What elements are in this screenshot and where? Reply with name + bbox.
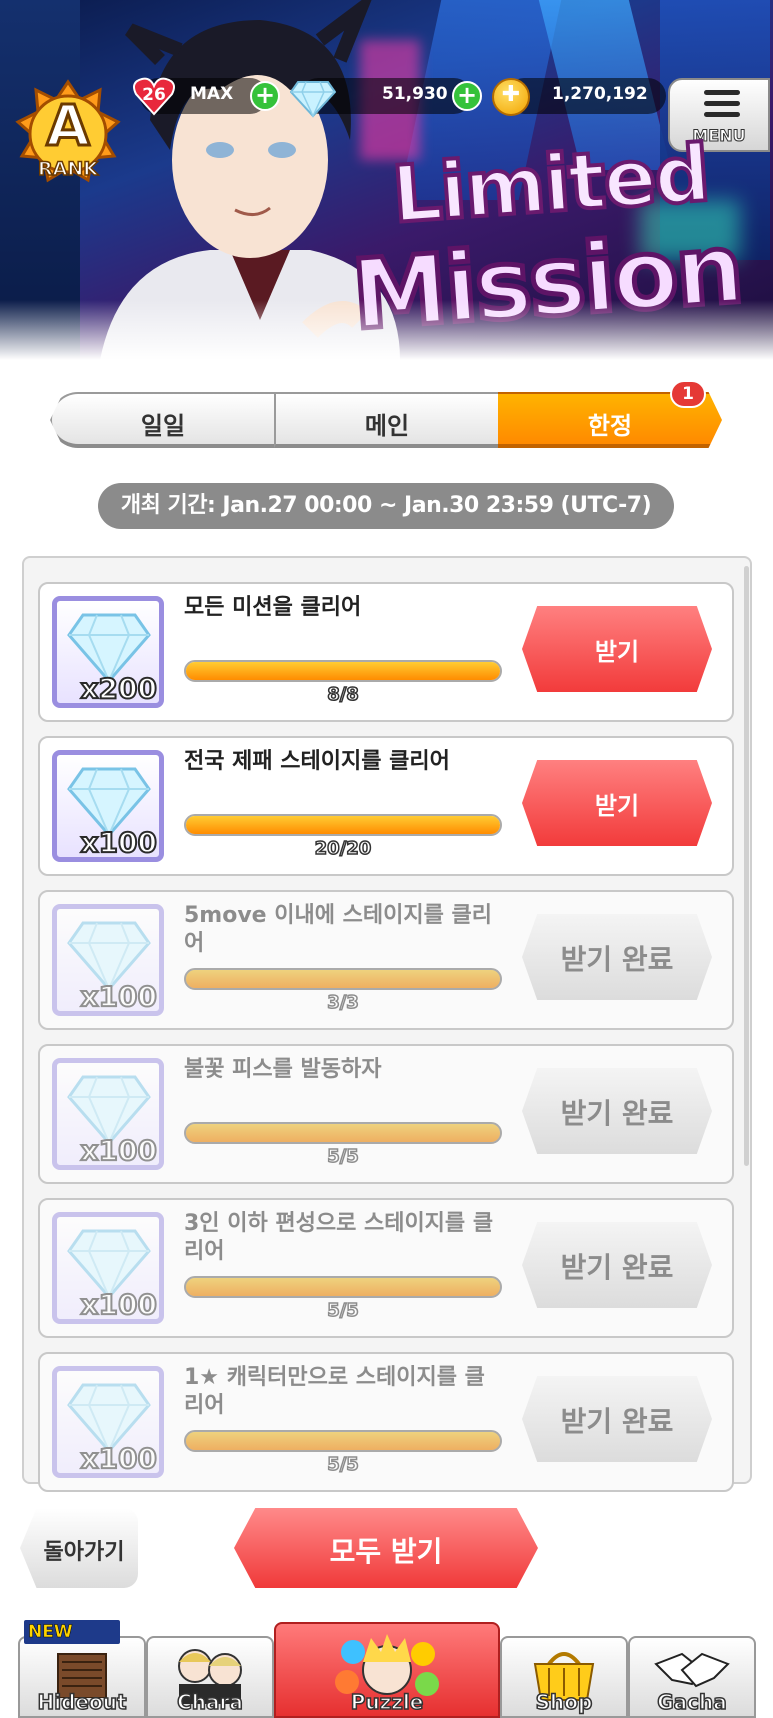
progress-bar	[184, 1430, 502, 1452]
rank-label: RANK	[37, 157, 98, 181]
claimed-button[interactable]: 받기 완료	[522, 1376, 712, 1462]
nav-gacha[interactable]: Gacha	[628, 1636, 756, 1718]
mission-row: x100 불꽃 피스를 발동하자 5/5 받기 완료	[38, 1044, 734, 1184]
scrollbar[interactable]	[744, 566, 749, 1166]
progress-bar	[184, 814, 502, 836]
nav-shop[interactable]: Shop	[500, 1636, 628, 1718]
claim-button[interactable]: 받기	[522, 606, 712, 692]
mission-title: 불꽃 피스를 발동하자	[184, 1057, 382, 1082]
mission-title: 전국 제패 스테이지를 클리어	[184, 749, 450, 774]
progress-fill	[186, 816, 500, 834]
claimed-button[interactable]: 받기 완료	[522, 1068, 712, 1154]
claimed-button[interactable]: 받기 완료	[522, 914, 712, 1000]
claimed-button[interactable]: 받기 완료	[522, 1222, 712, 1308]
rank-badge: A RANK	[14, 78, 122, 190]
tab-main[interactable]: 메인	[274, 392, 498, 448]
progress-text: 5/5	[326, 1453, 359, 1476]
add-stamina-button[interactable]: +	[250, 81, 280, 111]
progress-bar	[184, 660, 502, 682]
nav-hideout-label: Hideout	[37, 1689, 128, 1715]
mission-row: x100 5move 이내에 스테이지를 클리어 3/3 받기 완료	[38, 890, 734, 1030]
claim-button-label: 받기 완료	[560, 1251, 674, 1284]
tab-main-label: 메인	[364, 412, 410, 440]
tab-limited-label: 한정	[587, 412, 633, 440]
claim-button-label: 받기	[594, 792, 640, 820]
claim-all-button[interactable]: 모두 받기	[234, 1508, 538, 1588]
gem-reward-icon: x100	[52, 904, 164, 1016]
progress-text: 3/3	[326, 991, 359, 1014]
stamina-max-label: MAX	[190, 84, 234, 104]
mission-title: 5move 이내에 스테이지를 클리어	[184, 903, 492, 956]
nav-shop-label: Shop	[535, 1689, 593, 1715]
tab-daily[interactable]: 일일	[50, 392, 274, 448]
mission-title: 1★ 캐릭터만으로 스테이지를 클리어	[184, 1365, 485, 1418]
progress-text: 5/5	[326, 1145, 359, 1168]
heart-icon: 26	[132, 76, 176, 116]
progress-text: 8/8	[326, 683, 359, 706]
add-gems-button[interactable]: +	[452, 81, 482, 111]
event-period: 개최 기간: Jan.27 00:00 ~ Jan.30 23:59 (UTC-…	[98, 483, 674, 529]
limited-mission-screen: A RANK 26 MAX + 51,930 + 1,270,192 MENU …	[0, 0, 773, 1718]
mission-row: x100 1★ 캐릭터만으로 스테이지를 클리어 5/5 받기 완료	[38, 1352, 734, 1492]
progress-bar	[184, 1122, 502, 1144]
reward-quantity: x100	[79, 1441, 158, 1476]
reward-quantity: x100	[79, 1287, 158, 1322]
gem-reward-icon: x100	[52, 750, 164, 862]
nav-chara[interactable]: Chara	[146, 1636, 274, 1718]
progress-bar	[184, 1276, 502, 1298]
progress-bar	[184, 968, 502, 990]
progress-text: 20/20	[314, 837, 372, 860]
gem-reward-icon: x100	[52, 1366, 164, 1478]
nav-puzzle[interactable]: Puzzle	[274, 1622, 500, 1718]
gem-reward-icon: x200	[52, 596, 164, 708]
reward-quantity: x100	[79, 1133, 158, 1168]
progress-fill	[186, 970, 500, 988]
reward-quantity: x200	[79, 671, 158, 706]
reward-quantity: x100	[79, 825, 158, 860]
progress-fill	[186, 1432, 500, 1450]
nav-chara-label: Chara	[176, 1689, 243, 1715]
mission-tabs: 일일 메인 한정	[50, 392, 722, 448]
progress-fill	[186, 662, 500, 680]
progress-text: 5/5	[326, 1299, 359, 1322]
tab-daily-label: 일일	[140, 412, 186, 440]
nav-gacha-label: Gacha	[656, 1689, 727, 1715]
back-button[interactable]: 돌아가기	[20, 1508, 138, 1588]
nav-puzzle-label: Puzzle	[350, 1689, 424, 1715]
claim-button-label: 받기 완료	[560, 1097, 674, 1130]
mission-title: 모든 미션을 클리어	[184, 595, 362, 620]
stamina-value: 26	[142, 85, 166, 105]
gem-reward-icon: x100	[52, 1058, 164, 1170]
gems-value: 51,930	[382, 84, 448, 104]
claim-button[interactable]: 받기	[522, 760, 712, 846]
claim-all-label: 모두 받기	[329, 1535, 443, 1568]
claim-button-label: 받기 완료	[560, 1405, 674, 1438]
back-button-label: 돌아가기	[43, 1540, 125, 1565]
coins-value: 1,270,192	[552, 84, 648, 104]
reward-quantity: x100	[79, 979, 158, 1014]
mission-row: x100 전국 제패 스테이지를 클리어 20/20 받기	[38, 736, 734, 876]
progress-fill	[186, 1278, 500, 1296]
hamburger-icon	[704, 90, 740, 118]
new-badge: NEW	[24, 1620, 120, 1644]
rank-letter: A	[45, 93, 91, 161]
header-banner: A RANK 26 MAX + 51,930 + 1,270,192 MENU …	[0, 0, 773, 360]
mission-row: x200 모든 미션을 클리어 8/8 받기	[38, 582, 734, 722]
gem-icon	[290, 81, 336, 118]
coin-icon	[492, 78, 530, 116]
gem-reward-icon: x100	[52, 1212, 164, 1324]
mission-title: 3인 이하 편성으로 스테이지를 클리어	[184, 1211, 494, 1264]
nav-hideout[interactable]: Hideout	[18, 1636, 146, 1718]
claim-button-label: 받기	[594, 638, 640, 666]
claim-button-label: 받기 완료	[560, 943, 674, 976]
tab-limited-badge: 1	[670, 380, 706, 408]
mission-row: x100 3인 이하 편성으로 스테이지를 클리어 5/5 받기 완료	[38, 1198, 734, 1338]
progress-fill	[186, 1124, 500, 1142]
